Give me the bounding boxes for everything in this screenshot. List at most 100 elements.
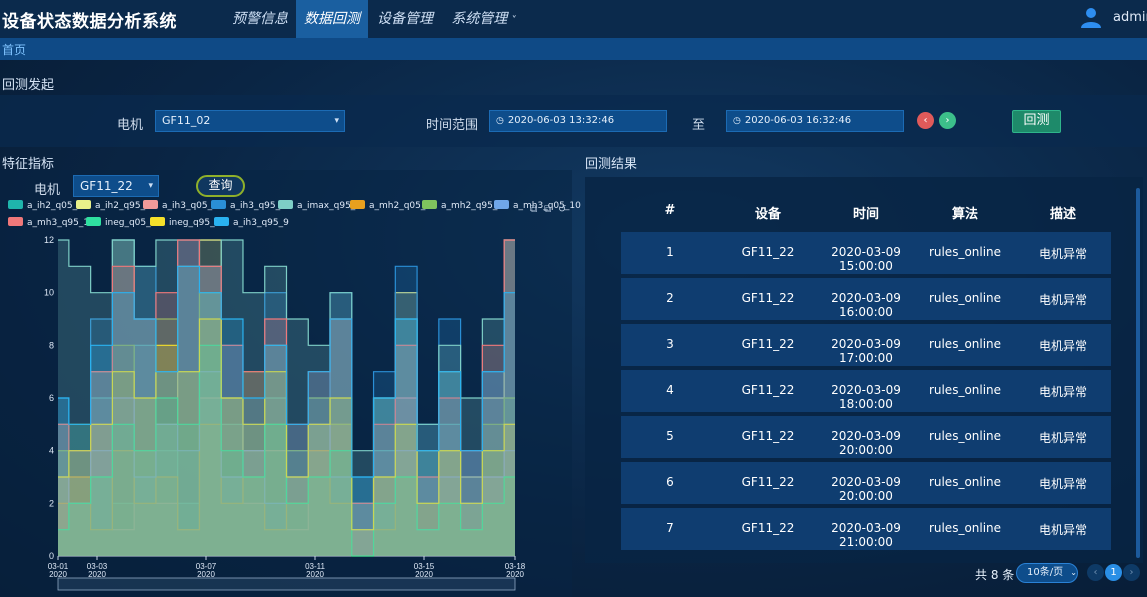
clock-icon: ◷ xyxy=(496,116,504,126)
row-device: GF11_22 xyxy=(741,337,795,351)
col-header-index: # xyxy=(664,203,676,218)
row-description: 电机异常 xyxy=(1038,523,1087,537)
row-algorithm: rules_online xyxy=(928,521,1002,535)
pager-total: 共 8 条 xyxy=(975,568,1015,582)
row-time: 2020-03-09 18:00:00 xyxy=(831,383,901,411)
chevron-down-icon: ˅ xyxy=(511,15,517,26)
chevron-down-icon: ⌄ xyxy=(1070,568,1077,577)
legend-item[interactable]: a_mh3_q95_10 xyxy=(8,217,95,228)
breadcrumb-home[interactable]: 首页 xyxy=(2,41,26,58)
row-time: 2020-03-09 20:00:00 xyxy=(831,429,901,457)
row-algorithm: rules_online xyxy=(928,245,1002,259)
legend-item[interactable]: a_mh2_q95_5 xyxy=(422,200,503,211)
row-description: 电机异常 xyxy=(1038,293,1087,307)
results-section-title: 回测结果 xyxy=(585,157,638,172)
legend-item[interactable]: ineg_q95_4 xyxy=(150,217,220,228)
feature-area-chart: 02468101203-01202003-03202003-07202003-1… xyxy=(44,235,526,591)
row-index: 7 xyxy=(666,521,674,535)
to-label: 至 xyxy=(692,118,706,133)
backtest-submit-button[interactable]: 回测 xyxy=(1012,110,1061,133)
username[interactable]: admin xyxy=(1113,10,1147,25)
y-tick-label: 8 xyxy=(49,340,54,350)
nav-alerts[interactable]: 预警信息 xyxy=(228,0,292,38)
motor-select-value: GF11_02 xyxy=(162,114,211,127)
row-index: 3 xyxy=(666,337,674,351)
row-device: GF11_22 xyxy=(741,521,795,535)
end-time-value: 2020-06-03 16:32:46 xyxy=(744,115,852,126)
col-header-description: 描述 xyxy=(1049,207,1076,222)
col-header-algorithm: 算法 xyxy=(951,207,978,222)
y-tick-label: 2 xyxy=(49,498,54,508)
row-algorithm: rules_online xyxy=(928,337,1002,351)
row-description: 电机异常 xyxy=(1038,477,1087,491)
row-time: 2020-03-09 21:00:00 xyxy=(831,521,901,549)
row-algorithm: rules_online xyxy=(928,291,1002,305)
nav-devices[interactable]: 设备管理 xyxy=(372,0,438,38)
query-button[interactable]: 查询 xyxy=(196,175,245,197)
row-description: 电机异常 xyxy=(1038,385,1087,399)
row-index: 1 xyxy=(666,245,674,259)
zoom-icon[interactable]: ⧉ xyxy=(530,204,537,215)
row-device: GF11_22 xyxy=(741,383,795,397)
row-index: 2 xyxy=(666,291,674,305)
legend-item[interactable]: ineg_q05_4 xyxy=(86,217,156,228)
row-algorithm: rules_online xyxy=(928,429,1002,443)
time-range-label: 时间范围 xyxy=(426,118,479,133)
app-title: 设备状态数据分析系统 xyxy=(2,12,177,32)
row-device: GF11_22 xyxy=(741,429,795,443)
row-device: GF11_22 xyxy=(741,245,795,259)
start-time-input[interactable]: ◷ 2020-06-03 13:32:46 xyxy=(489,110,667,132)
legend-item[interactable]: a_imax_q95_7 xyxy=(278,200,361,211)
legend-item[interactable]: a_ih2_q95_1 xyxy=(76,200,151,211)
legend-item[interactable]: a_ih3_q05_4 xyxy=(143,200,218,211)
row-description: 电机异常 xyxy=(1038,431,1087,445)
zoom-reset-icon[interactable]: ⧉ xyxy=(544,204,551,215)
col-header-time: 时间 xyxy=(852,207,879,222)
user-icon[interactable] xyxy=(1080,6,1102,28)
row-description: 电机异常 xyxy=(1038,339,1087,353)
legend-item[interactable]: a_mh2_q05_5 xyxy=(350,200,431,211)
nav-system[interactable]: 系统管理 ˅ xyxy=(446,0,522,38)
legend-item[interactable]: a_ih3_q95_9 xyxy=(214,217,289,228)
feature-motor-label: 电机 xyxy=(34,183,61,198)
row-algorithm: rules_online xyxy=(928,383,1002,397)
top-bar: 设备状态数据分析系统 预警信息 数据回测 设备管理 系统管理 ˅ admin xyxy=(0,0,1147,38)
clock-icon: ◷ xyxy=(733,116,741,126)
nav-backtest[interactable]: 数据回测 xyxy=(296,0,368,38)
page-size-select[interactable]: 10条/页 ⌄ xyxy=(1016,563,1078,583)
y-tick-label: 6 xyxy=(49,393,54,403)
y-tick-label: 4 xyxy=(49,446,54,456)
chevron-down-icon: ▾ xyxy=(148,181,153,191)
page-number-button[interactable]: 1 xyxy=(1105,564,1122,581)
row-time: 2020-03-09 16:00:00 xyxy=(831,291,901,319)
y-tick-label: 12 xyxy=(44,235,54,245)
data-zoom-slider[interactable] xyxy=(57,577,516,591)
legend-item[interactable]: a_mh3_q05_10 xyxy=(494,200,581,211)
row-algorithm: rules_online xyxy=(928,475,1002,489)
row-device: GF11_22 xyxy=(741,475,795,489)
legend-item[interactable]: a_ih3_q95_4 xyxy=(211,200,286,211)
prev-range-button[interactable]: ‹ xyxy=(917,112,934,129)
row-description: 电机异常 xyxy=(1038,247,1087,261)
feature-motor-select[interactable]: GF11_22 ▾ xyxy=(73,175,159,197)
row-index: 6 xyxy=(666,475,674,489)
backtest-section-title: 回测发起 xyxy=(2,78,55,93)
prev-page-button[interactable]: ‹ xyxy=(1087,564,1104,581)
nav-system-label: 系统管理 xyxy=(451,11,508,27)
next-page-button[interactable]: › xyxy=(1123,564,1140,581)
results-scrollbar[interactable] xyxy=(1136,188,1140,558)
y-tick-label: 10 xyxy=(44,288,54,298)
row-time: 2020-03-09 17:00:00 xyxy=(831,337,901,365)
chevron-down-icon: ▾ xyxy=(334,116,339,126)
row-time: 2020-03-09 20:00:00 xyxy=(831,475,901,503)
col-header-device: 设备 xyxy=(754,207,781,222)
restore-icon[interactable]: ↺ xyxy=(558,204,566,215)
page-size-value: 10条/页 xyxy=(1027,567,1064,578)
feature-motor-value: GF11_22 xyxy=(80,179,133,193)
next-range-button[interactable]: › xyxy=(939,112,956,129)
row-index: 4 xyxy=(666,383,674,397)
row-time: 2020-03-09 15:00:00 xyxy=(831,245,901,273)
end-time-input[interactable]: ◷ 2020-06-03 16:32:46 xyxy=(726,110,904,132)
legend-item[interactable]: a_ih2_q05_1 xyxy=(8,200,83,211)
motor-select[interactable]: GF11_02 ▾ xyxy=(155,110,345,132)
